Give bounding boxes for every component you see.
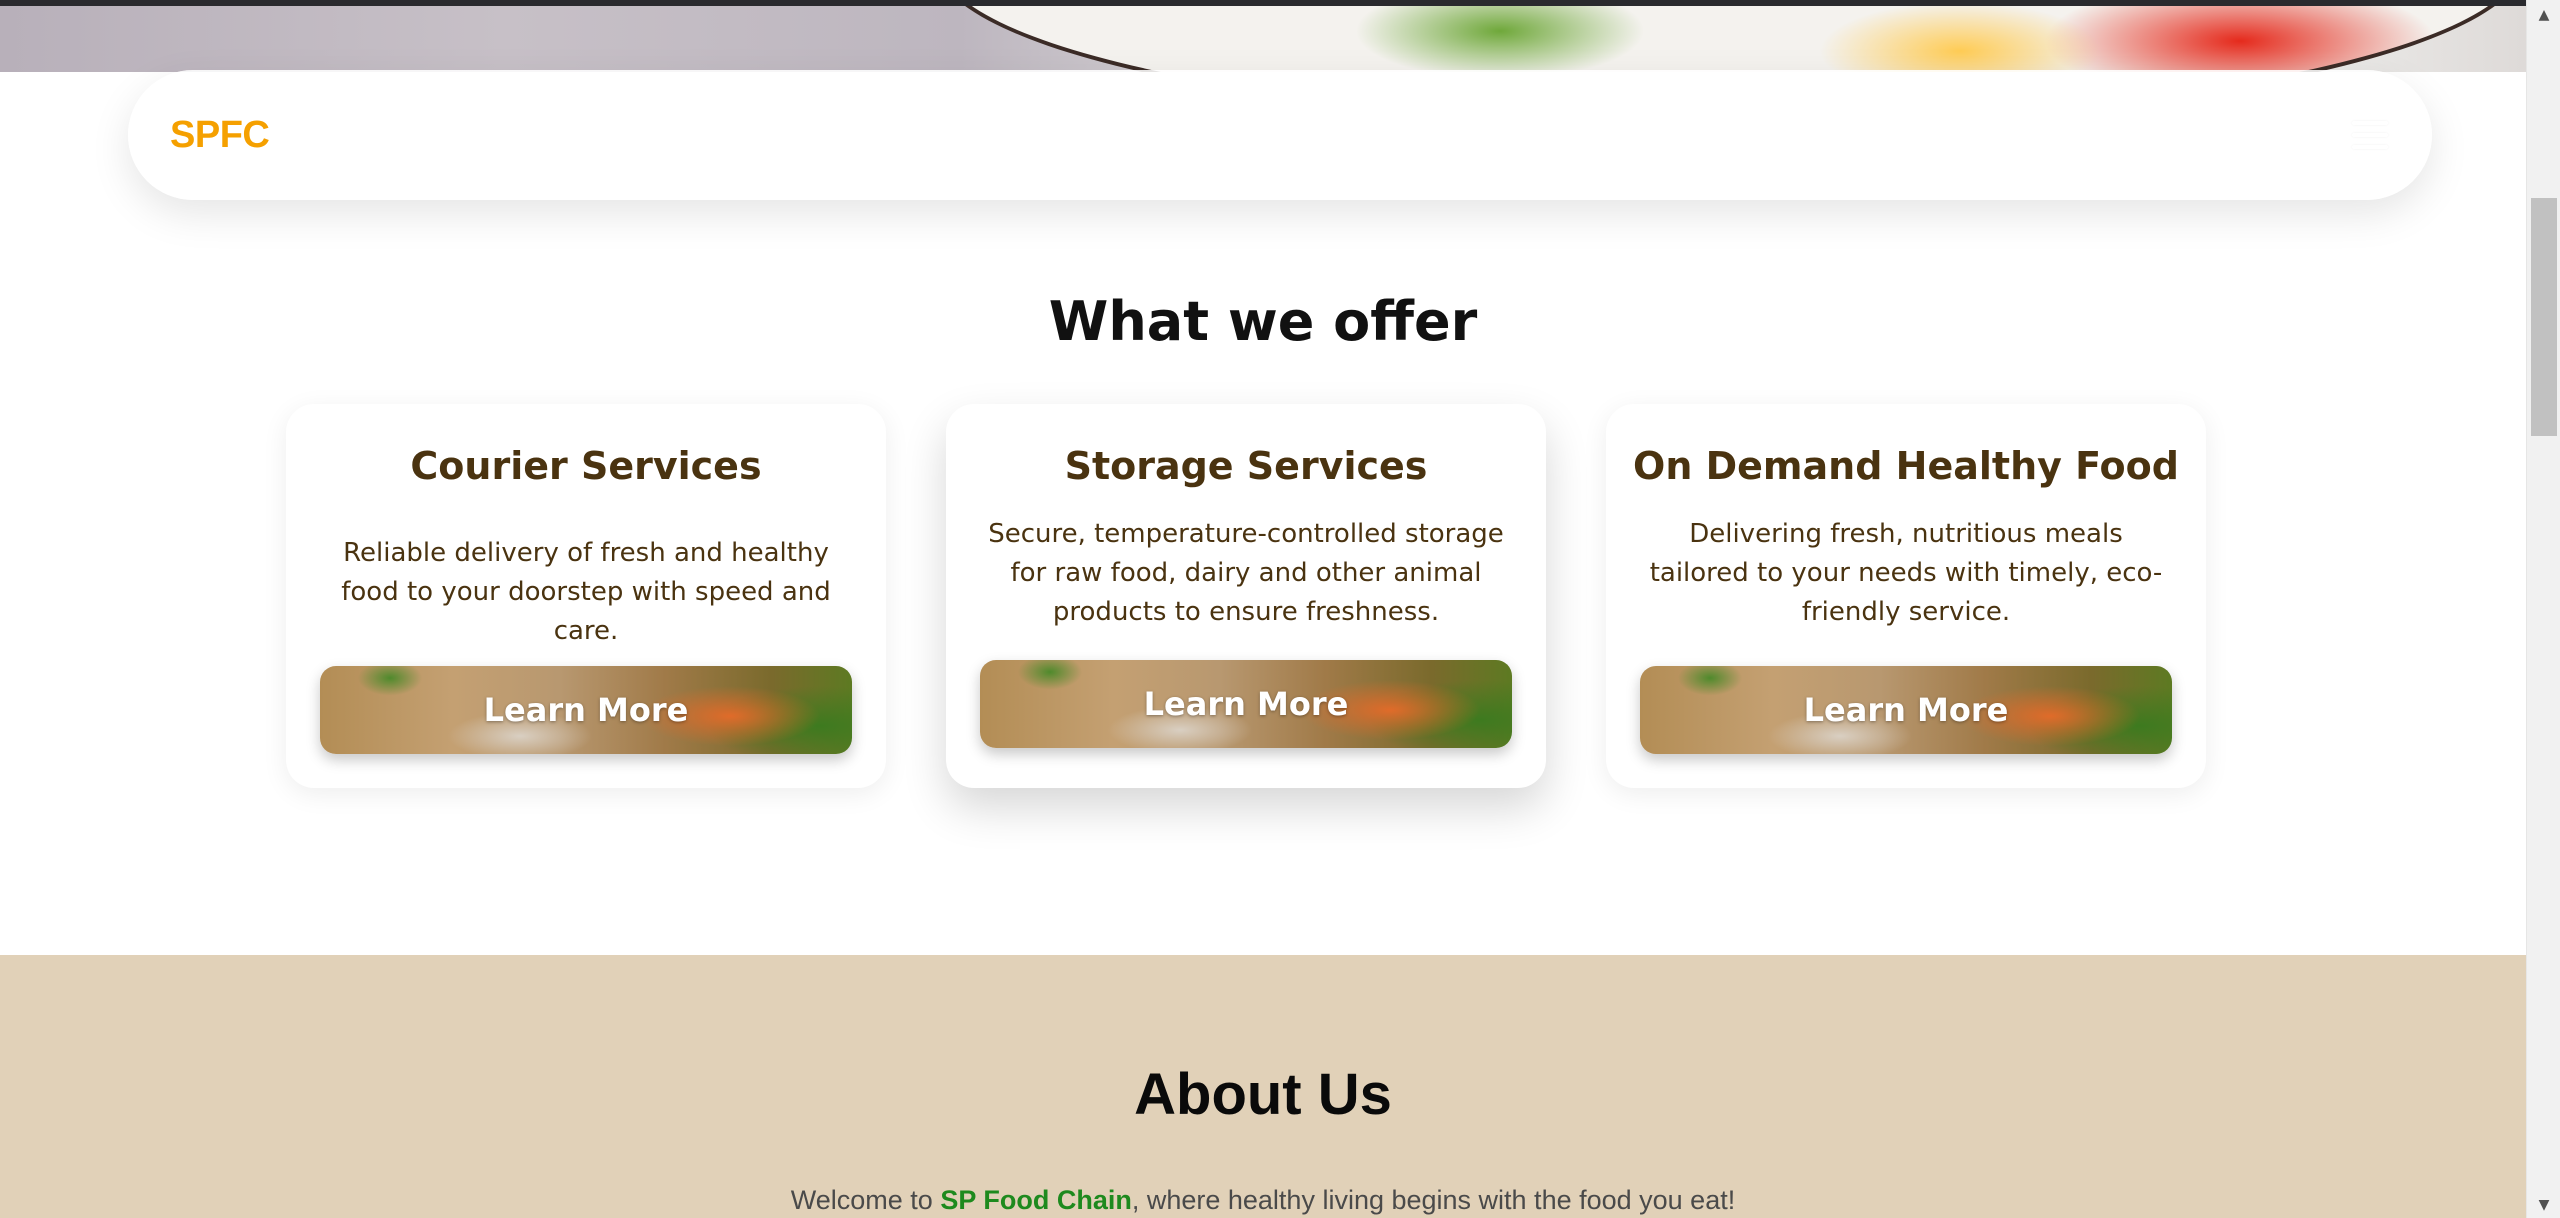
menu-line <box>2352 121 2388 125</box>
scroll-down-arrow-icon[interactable]: ▼ <box>2527 1192 2560 1218</box>
service-card-storage: Storage Services Secure, temperature-con… <box>946 404 1546 788</box>
navbar: SPFC <box>128 70 2432 200</box>
scroll-up-arrow-icon[interactable]: ▲ <box>2527 2 2560 28</box>
learn-more-button[interactable]: Learn More <box>980 660 1512 748</box>
learn-more-label: Learn More <box>483 691 689 729</box>
learn-more-button[interactable]: Learn More <box>320 666 852 754</box>
learn-more-label: Learn More <box>1803 691 2009 729</box>
hamburger-menu-icon[interactable] <box>2352 121 2388 149</box>
learn-more-label: Learn More <box>1143 685 1349 723</box>
learn-more-button[interactable]: Learn More <box>1640 666 2172 754</box>
about-text-prefix: Welcome to <box>790 1185 941 1215</box>
menu-line <box>2352 145 2388 149</box>
card-title: Storage Services <box>1064 444 1428 488</box>
offer-section-title: What we offer <box>1048 290 1478 353</box>
page-scrollbar[interactable]: ▲ ▼ <box>2526 0 2560 1218</box>
about-intro-text: Welcome to SP Food Chain, where healthy … <box>0 1185 2526 1216</box>
card-description: Reliable delivery of fresh and healthy f… <box>341 538 831 646</box>
card-title: Courier Services <box>410 444 762 488</box>
brand-name: SP Food Chain <box>940 1185 1132 1215</box>
card-title: On Demand Healthy Food <box>1633 444 2179 488</box>
top-edge-strip <box>0 0 2526 6</box>
site-logo[interactable]: SPFC <box>170 114 270 157</box>
about-text-suffix: , where healthy living begins with the f… <box>1131 1185 1736 1215</box>
scrollbar-thumb[interactable] <box>2531 198 2557 436</box>
about-section: About Us Welcome to SP Food Chain, where… <box>0 955 2526 1218</box>
card-description: Delivering fresh, nutritious meals tailo… <box>1649 519 2163 627</box>
service-card-healthy-food: On Demand Healthy Food Delivering fresh,… <box>1606 404 2206 788</box>
card-description: Secure, temperature-controlled storage f… <box>988 519 1504 627</box>
about-title: About Us <box>1134 1062 1392 1127</box>
menu-line <box>2352 133 2388 137</box>
service-card-courier: Courier Services Reliable delivery of fr… <box>286 404 886 788</box>
